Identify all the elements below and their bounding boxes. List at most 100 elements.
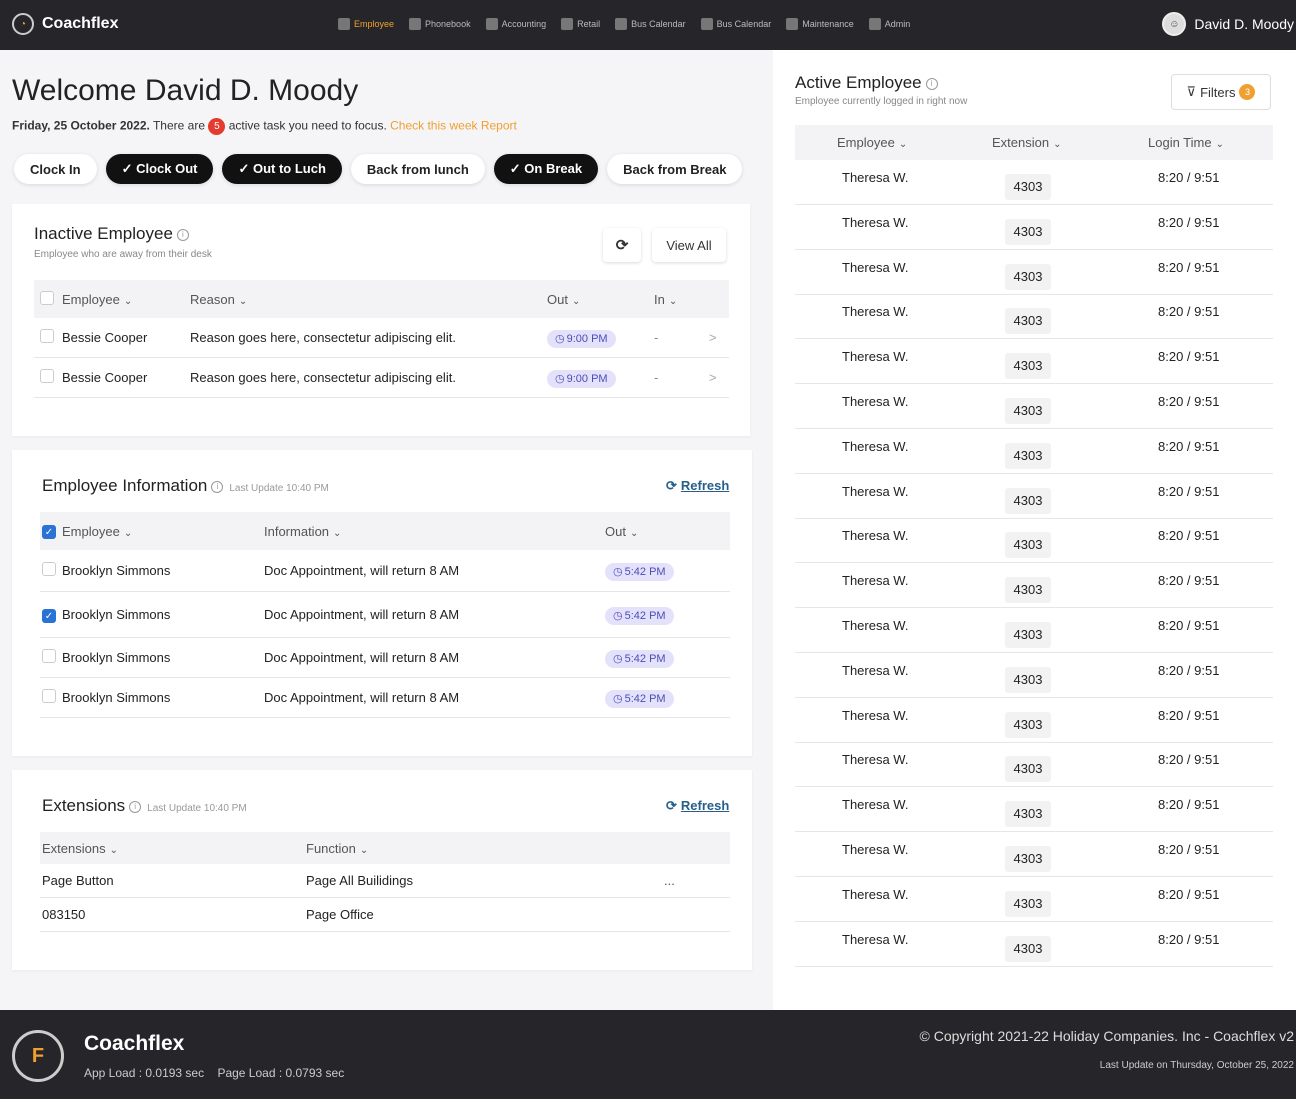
footer-copyright: © Copyright 2021-22 Holiday Companies. I… bbox=[919, 1028, 1295, 1044]
row-checkbox-cell[interactable] bbox=[40, 689, 62, 706]
table-row[interactable]: Theresa W. 4303 8:20 / 9:51 bbox=[795, 429, 1273, 474]
table-row[interactable]: Theresa W. 4303 8:20 / 9:51 bbox=[795, 384, 1273, 429]
table-row[interactable]: Page Button Page All Builidings... bbox=[40, 864, 730, 898]
nav-item-bus-calendar[interactable]: Bus Calendar bbox=[700, 18, 771, 30]
footer-app-name: Coachflex bbox=[84, 1032, 185, 1055]
table-row[interactable]: Theresa W. 4303 8:20 / 9:51 bbox=[795, 160, 1273, 205]
info-table: ✓ Employee ⌄ Information ⌄ Out ⌄ Brooklyn S… bbox=[40, 512, 730, 718]
table-row[interactable]: Theresa W. 4303 8:20 / 9:51 bbox=[795, 922, 1273, 967]
table-row[interactable]: Bessie Cooper Reason goes here, consectet… bbox=[34, 318, 729, 358]
col-employee[interactable]: Employee ⌄ bbox=[62, 292, 190, 307]
status-button-0[interactable]: Clock In bbox=[14, 154, 97, 184]
table-row[interactable]: Bessie Cooper Reason goes here, consectet… bbox=[34, 358, 729, 398]
information-text: Doc Appointment, will return 8 AM bbox=[264, 690, 460, 705]
more-options[interactable]: ... bbox=[664, 873, 704, 888]
footer-load-stats: App Load : 0.0193 sec Page Load : 0.0793… bbox=[84, 1066, 344, 1080]
col-in[interactable]: In ⌄ bbox=[654, 292, 714, 307]
row-checkbox-cell[interactable] bbox=[40, 562, 62, 579]
extension-value: 4303 bbox=[1005, 263, 1051, 290]
select-all-checkbox[interactable]: ✓ bbox=[42, 525, 56, 539]
col-extension[interactable]: Extension ⌄ bbox=[992, 135, 1061, 150]
table-row[interactable]: Brooklyn Simmons Doc Appointment, will re… bbox=[40, 550, 730, 592]
chevron-right-icon[interactable]: > bbox=[709, 330, 729, 345]
table-row[interactable]: Theresa W. 4303 8:20 / 9:51 bbox=[795, 474, 1273, 519]
table-row[interactable]: Theresa W. 4303 8:20 / 9:51 bbox=[795, 339, 1273, 385]
nav-item-maintenance[interactable]: Maintenance bbox=[786, 18, 854, 30]
table-row[interactable]: 083150 Page Office bbox=[40, 898, 730, 932]
table-row[interactable]: Theresa W. 4303 8:20 / 9:51 bbox=[795, 205, 1273, 250]
row-checkbox[interactable] bbox=[40, 329, 54, 343]
app-logo[interactable]: ◔ Coachflex bbox=[12, 13, 118, 35]
employee-name: Brooklyn Simmons bbox=[62, 563, 171, 578]
table-row[interactable]: ✓ Brooklyn Simmons Doc Appointment, will r… bbox=[40, 592, 730, 638]
top-navbar: ◔ Coachflex Employee Phonebook Accounting R… bbox=[0, 0, 1296, 50]
select-all-checkbox[interactable] bbox=[40, 290, 54, 305]
col-function[interactable]: Function ⌄ bbox=[306, 841, 664, 856]
out-cell: ◷ 5:42 PM bbox=[605, 607, 705, 625]
footer: F Coachflex App Load : 0.0193 sec Page L… bbox=[0, 1010, 1296, 1099]
row-checkbox-cell[interactable] bbox=[34, 329, 62, 346]
table-row[interactable]: Theresa W. 4303 8:20 / 9:51 bbox=[795, 608, 1273, 653]
col-reason[interactable]: Reason ⌄ bbox=[190, 292, 547, 307]
row-checkbox-cell[interactable] bbox=[34, 369, 62, 386]
row-checkbox[interactable] bbox=[42, 649, 56, 663]
clock-icon: ◷ bbox=[613, 653, 623, 665]
row-checkbox[interactable] bbox=[40, 369, 54, 383]
user-menu[interactable]: ☺ David D. Moody bbox=[1162, 12, 1294, 36]
status-button-4[interactable]: ✓ On Break bbox=[493, 154, 599, 184]
table-row[interactable]: Theresa W. 4303 8:20 / 9:51 bbox=[795, 563, 1273, 609]
out-cell: ◷ 5:42 PM bbox=[605, 563, 705, 581]
reload-button[interactable]: ⟳ bbox=[603, 228, 641, 262]
nav-item-admin[interactable]: Admin bbox=[868, 18, 910, 30]
col-extensions[interactable]: Extensions ⌄ bbox=[40, 841, 306, 856]
login-time: 8:20 / 9:51 bbox=[1158, 573, 1220, 589]
col-reason-label: Reason bbox=[190, 291, 235, 307]
nav-item-bus-calendar[interactable]: Bus Calendar bbox=[615, 18, 686, 30]
inactive-table: Employee ⌄ Reason ⌄ Out ⌄ In ⌄ Bessie Cooper… bbox=[34, 280, 729, 398]
col-out[interactable]: Out ⌄ bbox=[605, 524, 705, 539]
status-button-1[interactable]: ✓ Clock Out bbox=[105, 154, 214, 184]
row-checkbox[interactable] bbox=[42, 562, 56, 576]
table-row[interactable]: Brooklyn Simmons Doc Appointment, will re… bbox=[40, 678, 730, 718]
table-row[interactable]: Theresa W. 4303 8:20 / 9:51 bbox=[795, 832, 1273, 877]
status-button-5[interactable]: Back from Break bbox=[607, 154, 743, 184]
table-row[interactable]: Theresa W. 4303 8:20 / 9:51 bbox=[795, 294, 1273, 340]
nav-item-accounting[interactable]: Accounting bbox=[485, 18, 546, 30]
col-out[interactable]: Out ⌄ bbox=[547, 292, 654, 307]
col-information[interactable]: Information ⌄ bbox=[264, 524, 605, 539]
table-row[interactable]: Theresa W. 4303 8:20 / 9:51 bbox=[795, 698, 1273, 743]
chevron-down-icon: ⌄ bbox=[668, 295, 678, 307]
extensions-refresh-button[interactable]: ⟳ Refresh bbox=[666, 798, 729, 814]
view-all-button[interactable]: View All bbox=[652, 228, 726, 262]
row-checkbox[interactable]: ✓ bbox=[42, 608, 56, 623]
table-row[interactable]: Theresa W. 4303 8:20 / 9:51 bbox=[795, 518, 1273, 564]
info-refresh-button[interactable]: ⟳ Refresh bbox=[666, 478, 729, 494]
chevron-down-icon: ⌄ bbox=[109, 844, 118, 856]
nav-item-retail[interactable]: Retail bbox=[561, 18, 600, 30]
table-row[interactable]: Theresa W. 4303 8:20 / 9:51 bbox=[795, 877, 1273, 922]
select-all-checkbox-cell[interactable] bbox=[34, 290, 62, 308]
row-checkbox[interactable] bbox=[42, 689, 56, 703]
employee-name: Theresa W. bbox=[842, 752, 909, 768]
nav-item-phonebook[interactable]: Phonebook bbox=[409, 18, 471, 30]
table-row[interactable]: Brooklyn Simmons Doc Appointment, will re… bbox=[40, 638, 730, 678]
row-checkbox-cell[interactable] bbox=[40, 649, 62, 666]
table-row[interactable]: Theresa W. 4303 8:20 / 9:51 bbox=[795, 787, 1273, 833]
table-row[interactable]: Theresa W. 4303 8:20 / 9:51 bbox=[795, 250, 1273, 295]
week-report-link[interactable]: Check this week Report bbox=[390, 119, 517, 133]
col-employee[interactable]: Employee ⌄ bbox=[62, 524, 264, 539]
extension-value: 4303 bbox=[1005, 442, 1051, 469]
nav-item-employee[interactable]: Employee bbox=[338, 18, 394, 30]
status-button-2[interactable]: ✓ Out to Luch bbox=[222, 154, 342, 184]
chevron-right-icon[interactable]: > bbox=[709, 370, 729, 385]
filters-button[interactable]: ⊽ Filters 3 bbox=[1171, 74, 1271, 110]
extension-value: 4303 bbox=[1005, 666, 1051, 693]
chevron-down-icon: ⌄ bbox=[1215, 139, 1224, 150]
col-login-time[interactable]: Login Time ⌄ bbox=[1148, 135, 1224, 150]
status-button-3[interactable]: Back from lunch bbox=[350, 154, 485, 184]
table-row[interactable]: Theresa W. 4303 8:20 / 9:51 bbox=[795, 653, 1273, 698]
select-all-checkbox-cell[interactable]: ✓ bbox=[40, 523, 62, 539]
table-row[interactable]: Theresa W. 4303 8:20 / 9:51 bbox=[795, 742, 1273, 788]
row-checkbox-cell[interactable]: ✓ bbox=[40, 607, 62, 623]
col-employee[interactable]: Employee ⌄ bbox=[837, 135, 907, 150]
